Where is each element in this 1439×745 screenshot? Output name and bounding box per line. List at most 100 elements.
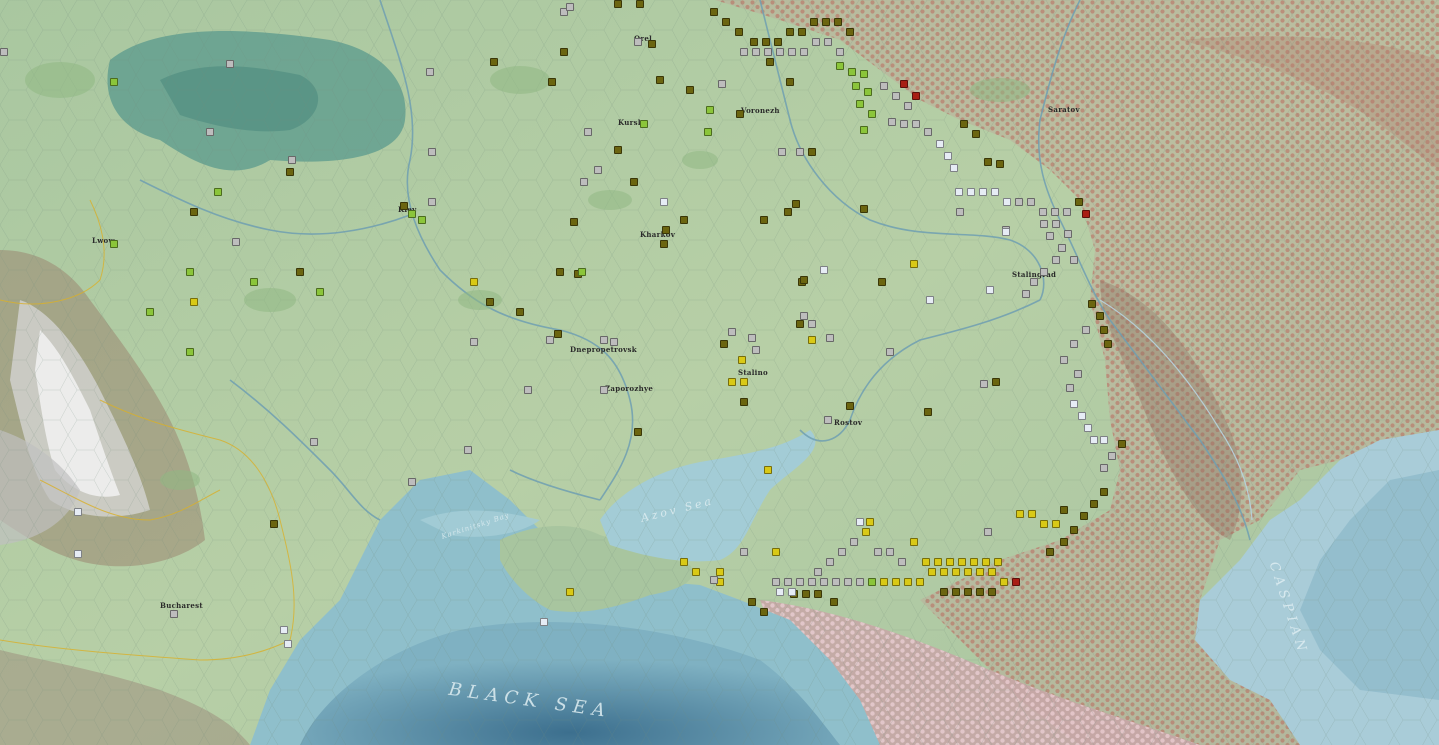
unit-counter[interactable] xyxy=(610,338,618,346)
unit-counter[interactable] xyxy=(880,578,888,586)
unit-counter[interactable] xyxy=(956,208,964,216)
unit-counter[interactable] xyxy=(540,618,548,626)
unit-counter[interactable] xyxy=(836,48,844,56)
unit-counter[interactable] xyxy=(764,48,772,56)
unit-counter[interactable] xyxy=(900,80,908,88)
unit-counter[interactable] xyxy=(988,588,996,596)
unit-counter[interactable] xyxy=(820,578,828,586)
unit-counter[interactable] xyxy=(808,320,816,328)
unit-counter[interactable] xyxy=(426,68,434,76)
unit-counter[interactable] xyxy=(846,28,854,36)
unit-counter[interactable] xyxy=(250,278,258,286)
unit-counter[interactable] xyxy=(934,558,942,566)
unit-counter[interactable] xyxy=(470,338,478,346)
unit-counter[interactable] xyxy=(640,120,648,128)
unit-counter[interactable] xyxy=(740,548,748,556)
unit-counter[interactable] xyxy=(976,588,984,596)
unit-counter[interactable] xyxy=(1078,412,1086,420)
city-dnepropetrovsk[interactable]: Dnepropetrovsk xyxy=(570,345,637,354)
unit-counter[interactable] xyxy=(1052,256,1060,264)
unit-counter[interactable] xyxy=(1060,538,1068,546)
unit-counter[interactable] xyxy=(796,578,804,586)
unit-counter[interactable] xyxy=(706,106,714,114)
unit-counter[interactable] xyxy=(486,298,494,306)
unit-counter[interactable] xyxy=(822,18,830,26)
unit-counter[interactable] xyxy=(910,260,918,268)
unit-counter[interactable] xyxy=(408,478,416,486)
city-saratov[interactable]: Saratov xyxy=(1048,105,1080,114)
unit-counter[interactable] xyxy=(996,160,1004,168)
unit-counter[interactable] xyxy=(692,568,700,576)
unit-counter[interactable] xyxy=(554,330,562,338)
unit-counter[interactable] xyxy=(946,558,954,566)
unit-counter[interactable] xyxy=(774,38,782,46)
unit-counter[interactable] xyxy=(784,208,792,216)
unit-counter[interactable] xyxy=(428,148,436,156)
unit-counter[interactable] xyxy=(1063,208,1071,216)
unit-counter[interactable] xyxy=(1060,506,1068,514)
unit-counter[interactable] xyxy=(892,92,900,100)
unit-counter[interactable] xyxy=(904,102,912,110)
unit-counter[interactable] xyxy=(808,148,816,156)
unit-counter[interactable] xyxy=(1082,326,1090,334)
unit-counter[interactable] xyxy=(788,588,796,596)
unit-counter[interactable] xyxy=(846,402,854,410)
unit-counter[interactable] xyxy=(982,558,990,566)
unit-counter[interactable] xyxy=(580,178,588,186)
unit-counter[interactable] xyxy=(464,446,472,454)
unit-counter[interactable] xyxy=(800,276,808,284)
unit-counter[interactable] xyxy=(1108,452,1116,460)
unit-counter[interactable] xyxy=(772,578,780,586)
unit-counter[interactable] xyxy=(740,378,748,386)
unit-counter[interactable] xyxy=(400,202,408,210)
unit-counter[interactable] xyxy=(548,78,556,86)
unit-counter[interactable] xyxy=(1040,520,1048,528)
unit-counter[interactable] xyxy=(206,128,214,136)
unit-counter[interactable] xyxy=(1066,384,1074,392)
unit-counter[interactable] xyxy=(772,548,780,556)
unit-counter[interactable] xyxy=(778,148,786,156)
unit-counter[interactable] xyxy=(800,312,808,320)
unit-counter[interactable] xyxy=(110,78,118,86)
unit-counter[interactable] xyxy=(808,336,816,344)
unit-counter[interactable] xyxy=(796,148,804,156)
unit-counter[interactable] xyxy=(74,550,82,558)
unit-counter[interactable] xyxy=(766,58,774,66)
unit-counter[interactable] xyxy=(844,578,852,586)
unit-counter[interactable] xyxy=(636,0,644,8)
unit-counter[interactable] xyxy=(1046,232,1054,240)
unit-counter[interactable] xyxy=(634,428,642,436)
unit-counter[interactable] xyxy=(566,588,574,596)
unit-counter[interactable] xyxy=(904,578,912,586)
unit-counter[interactable] xyxy=(850,538,858,546)
unit-counter[interactable] xyxy=(792,200,800,208)
unit-counter[interactable] xyxy=(1100,326,1108,334)
unit-counter[interactable] xyxy=(952,568,960,576)
unit-counter[interactable] xyxy=(1100,488,1108,496)
unit-counter[interactable] xyxy=(786,78,794,86)
unit-counter[interactable] xyxy=(1040,268,1048,276)
unit-counter[interactable] xyxy=(704,128,712,136)
unit-counter[interactable] xyxy=(1090,500,1098,508)
unit-counter[interactable] xyxy=(1100,436,1108,444)
unit-counter[interactable] xyxy=(722,18,730,26)
unit-counter[interactable] xyxy=(1084,424,1092,432)
unit-counter[interactable] xyxy=(1070,400,1078,408)
unit-counter[interactable] xyxy=(186,268,194,276)
unit-counter[interactable] xyxy=(556,268,564,276)
unit-counter[interactable] xyxy=(886,348,894,356)
unit-counter[interactable] xyxy=(808,578,816,586)
unit-counter[interactable] xyxy=(752,346,760,354)
unit-counter[interactable] xyxy=(1064,230,1072,238)
unit-counter[interactable] xyxy=(856,578,864,586)
unit-counter[interactable] xyxy=(1015,198,1023,206)
unit-counter[interactable] xyxy=(814,568,822,576)
unit-counter[interactable] xyxy=(1058,244,1066,252)
unit-counter[interactable] xyxy=(836,62,844,70)
unit-counter[interactable] xyxy=(584,128,592,136)
unit-counter[interactable] xyxy=(752,48,760,56)
unit-counter[interactable] xyxy=(408,210,416,218)
unit-counter[interactable] xyxy=(800,48,808,56)
unit-counter[interactable] xyxy=(470,278,478,286)
unit-counter[interactable] xyxy=(1003,198,1011,206)
